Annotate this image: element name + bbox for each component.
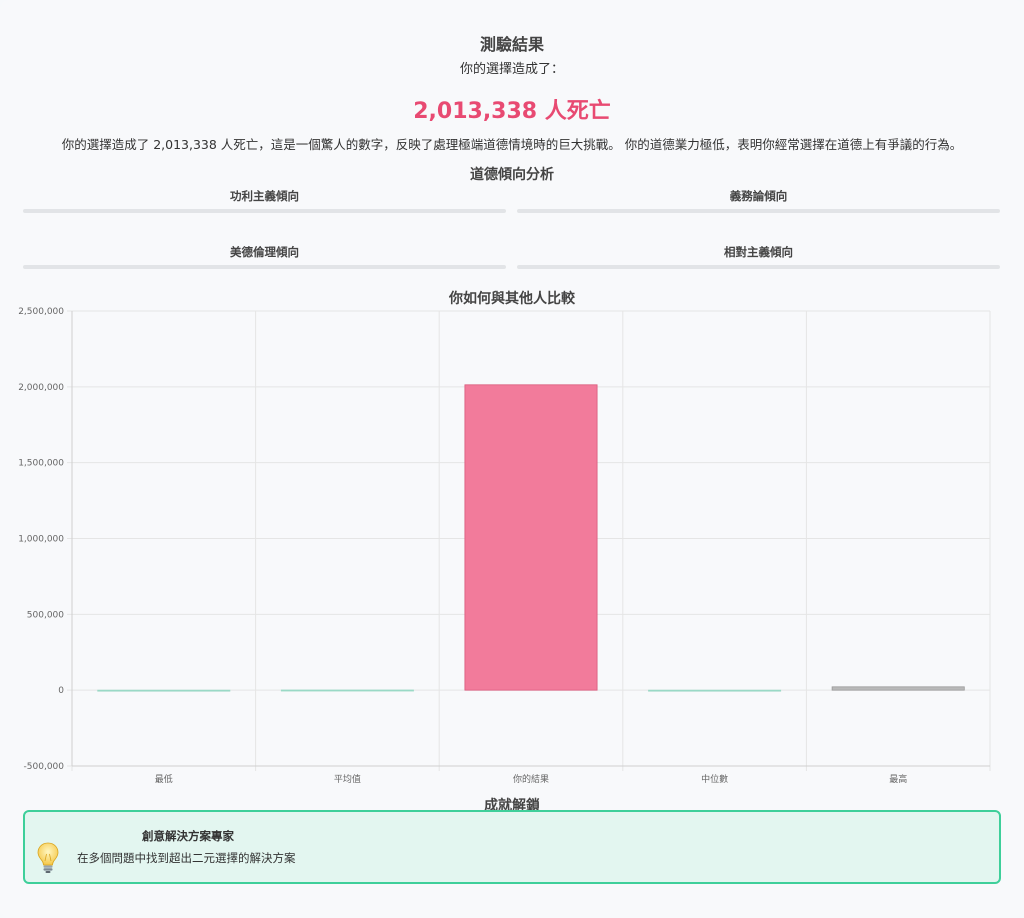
y-tick-label: 2,500,000 (18, 307, 64, 317)
page-title: 測驗結果 (479, 35, 544, 54)
x-tick-label: 最高 (889, 773, 907, 785)
trait-label-virtue: 美德倫理傾向 (230, 245, 299, 259)
x-tick-label: 最低 (155, 773, 173, 785)
death-count: 2,013,338 人死亡 (413, 99, 611, 124)
y-tick-label: 2,000,000 (18, 383, 64, 393)
comparison-chart: 2,500,000 2,000,000 1,500,000 1,000,000 500,… (18, 307, 991, 785)
y-tick-label: -500,000 (24, 762, 65, 772)
results-page: 測驗結果 你的選擇造成了： 2,013,338 人死亡 你的選擇造成了 2,01… (0, 0, 1024, 918)
y-tick-label: 0 (58, 686, 64, 696)
trait-bar-relativism (517, 265, 1000, 269)
bar-1 (280, 689, 414, 692)
result-description: 你的選擇造成了 2,013,338 人死亡，這是一個驚人的數字，反映了處理極端道… (61, 137, 963, 152)
bar-4 (831, 686, 965, 691)
trait-label-utilitarian: 功利主義傾向 (230, 189, 299, 203)
achievement-name: 創意解決方案專家 (142, 829, 234, 843)
y-tick-label: 500,000 (27, 610, 64, 620)
x-tick-label: 中位數 (701, 773, 728, 785)
trait-bar-virtue (23, 265, 506, 269)
trait-bar-utilitarian (23, 209, 506, 213)
x-tick-label: 你的結果 (513, 773, 549, 785)
lightbulb-icon (37, 842, 59, 873)
trait-label-deontology: 義務論傾向 (729, 189, 788, 203)
bar-3 (648, 689, 782, 692)
page-subtitle: 你的選擇造成了： (459, 62, 564, 77)
trait-label-relativism: 相對主義傾向 (724, 245, 793, 259)
trait-bar-deontology (517, 209, 1000, 213)
x-tick-label: 平均值 (334, 773, 361, 785)
y-tick-label: 1,500,000 (18, 459, 64, 469)
achievement-card: 創意解決方案專家 在多個問題中找到超出二元選擇的解決方案 (23, 810, 1001, 884)
analysis-title: 道德傾向分析 (470, 167, 554, 183)
y-tick-label: 1,000,000 (18, 535, 64, 545)
bar-0 (97, 689, 231, 692)
achievement-description: 在多個問題中找到超出二元選擇的解決方案 (77, 851, 296, 865)
bar-2 (464, 384, 598, 691)
